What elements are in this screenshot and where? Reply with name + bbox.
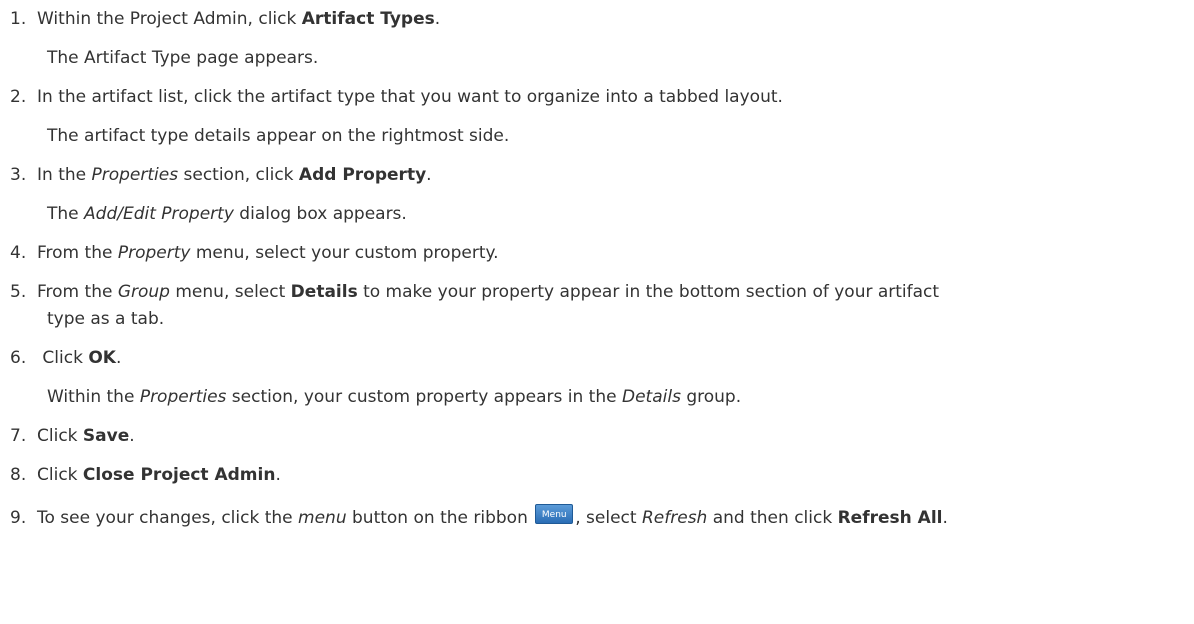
step-2: 2. In the artifact list, click the artifa…: [10, 84, 1190, 111]
step-number: 8.: [10, 465, 27, 485]
step-3-result: The Add/Edit Property dialog box appears…: [47, 204, 407, 224]
ui-term: Artifact Types: [301, 9, 435, 29]
step-6-result: Within the Properties section, your cust…: [47, 387, 742, 407]
step-number: 2.: [10, 87, 27, 107]
instruction-document: 1. Within the Project Admin, click Artifa…: [0, 0, 1194, 624]
ui-term: Add Property: [298, 165, 427, 185]
step-number: 3.: [10, 165, 27, 185]
step-1-result: The Artifact Type page appears.: [47, 48, 319, 68]
step-5-continuation: type as a tab.: [47, 309, 165, 329]
ui-term: Refresh All: [837, 508, 943, 528]
ui-term: OK: [88, 348, 116, 368]
step-2-result: The artifact type details appear on the …: [47, 126, 510, 146]
step-number: 6.: [10, 348, 27, 368]
step-number: 4.: [10, 243, 27, 263]
step-9: 9. To see your changes, click the menu bu…: [10, 504, 1190, 532]
menu-button-image: Menu: [535, 504, 574, 524]
step-8: 8. Click Close Project Admin.: [10, 462, 1190, 489]
step-5: 5. From the Group menu, select Details to…: [10, 279, 1190, 306]
step-number: 1.: [10, 9, 27, 29]
step-number: 9.: [10, 508, 27, 528]
step-7: 7. Click Save.: [10, 423, 1190, 450]
step-4: 4. From the Property menu, select your cu…: [10, 240, 1190, 267]
step-6: 6. Click OK.: [10, 345, 1190, 372]
step-3: 3. In the Properties section, click Add P…: [10, 162, 1190, 189]
step-number: 5.: [10, 282, 27, 302]
ui-term: Save: [82, 426, 130, 446]
ui-term: Details: [290, 282, 358, 302]
ui-term: Close Project Admin: [82, 465, 276, 485]
step-number: 7.: [10, 426, 27, 446]
step-1: 1. Within the Project Admin, click Artifa…: [10, 6, 1190, 33]
